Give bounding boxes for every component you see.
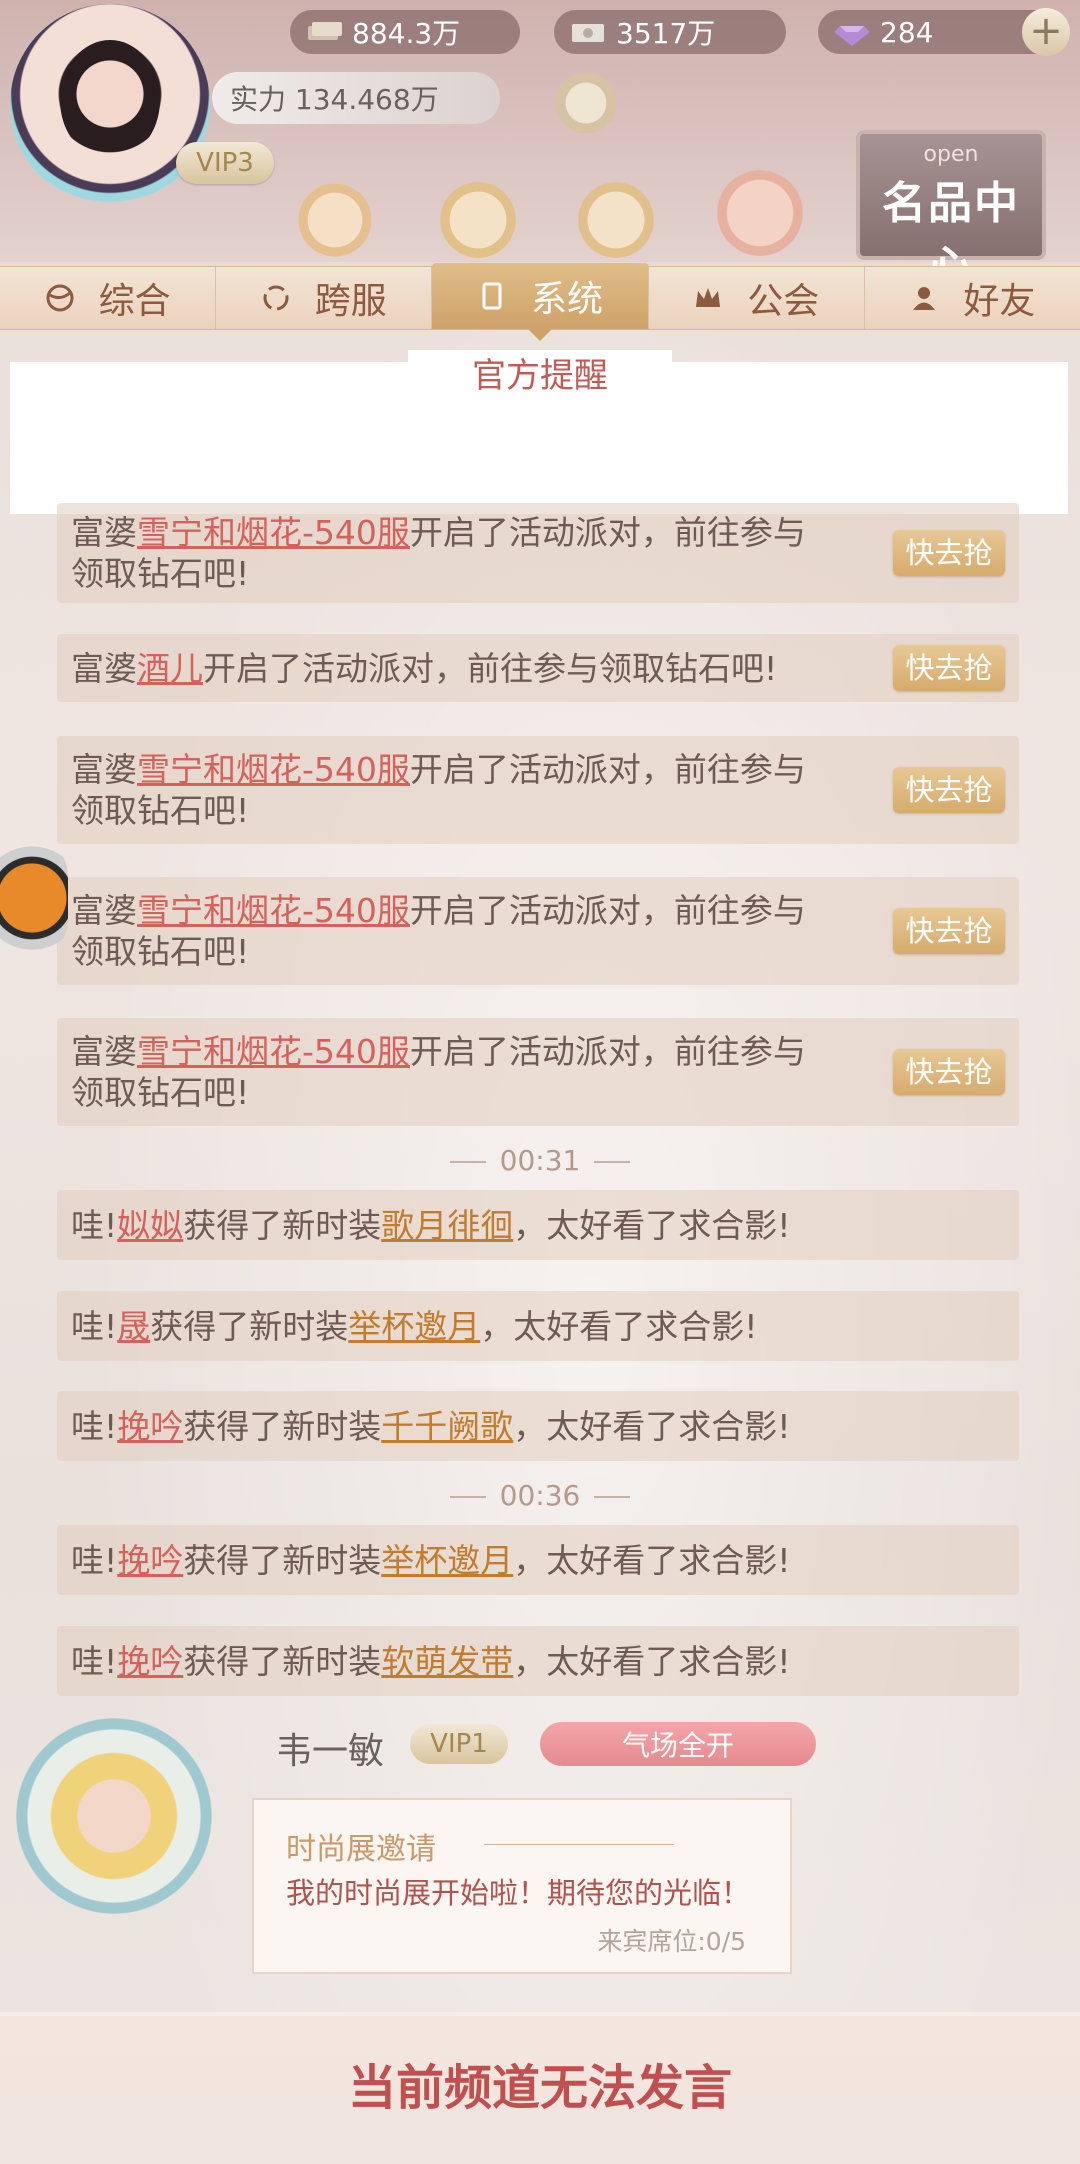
message-text: 富婆雪宁和烟花-540服开启了活动派对，前往参与 领取钻石吧! <box>71 891 806 971</box>
tab-system[interactable]: 系统 <box>432 263 649 341</box>
gold-value: 884.3万 <box>352 17 461 50</box>
fashion-message: 哇!挽吟获得了新时装千千阙歌，太好看了求合影! <box>57 1391 1019 1461</box>
outfit-link[interactable]: 软萌发带 <box>381 1642 513 1681</box>
sender-vip-badge: VIP1 <box>410 1724 508 1764</box>
tab-label: 公会 <box>747 281 820 322</box>
power-display: 实力 134.468万 <box>212 72 500 124</box>
player-name-link[interactable]: 晟 <box>117 1307 150 1346</box>
fashion-show-invite-card[interactable]: 时尚展邀请 我的时尚展开始啦！期待您的光临！ 来宾席位:0/5 <box>252 1798 792 1974</box>
timestamp: 00:36 <box>0 1479 1080 1512</box>
gift-icon[interactable] <box>704 166 816 260</box>
star-badge-icon[interactable] <box>430 180 526 260</box>
grab-button[interactable]: 快去抢 <box>893 908 1005 954</box>
tab-label: 系统 <box>531 279 604 320</box>
grab-button[interactable]: 快去抢 <box>893 645 1005 691</box>
sender-title-tag: 气场全开 <box>540 1722 816 1766</box>
player-name-link[interactable]: 雪宁和烟花-540服 <box>137 513 410 552</box>
diamond-value: 284 <box>880 15 934 49</box>
outfit-link[interactable]: 举杯邀月 <box>381 1541 513 1580</box>
party-message: 富婆雪宁和烟花-540服开启了活动派对，前往参与 领取钻石吧! 快去抢 <box>57 1018 1019 1126</box>
tab-label: 跨服 <box>314 281 387 322</box>
vip-badge[interactable]: VIP3 <box>176 142 274 184</box>
tab-general[interactable]: 综合 <box>0 267 217 329</box>
grab-button[interactable]: 快去抢 <box>893 530 1005 576</box>
timestamp: 00:31 <box>0 1144 1080 1177</box>
open-label: open <box>923 142 979 167</box>
player-name-link[interactable]: 酒儿 <box>137 649 203 688</box>
tab-cross-server[interactable]: 跨服 <box>216 267 433 329</box>
diamond-icon <box>834 26 870 46</box>
player-name-link[interactable]: 雪宁和烟花-540服 <box>137 750 410 789</box>
grab-button[interactable]: 快去抢 <box>893 1049 1005 1095</box>
player-name-link[interactable]: 雪宁和烟花-540服 <box>137 891 410 930</box>
message-text: 富婆雪宁和烟花-540服开启了活动派对，前往参与 领取钻石吧! <box>71 513 806 593</box>
decorative-line <box>484 1844 674 1845</box>
guest-seats: 来宾席位:0/5 <box>597 1927 746 1956</box>
outfit-link[interactable]: 千千阙歌 <box>381 1407 513 1446</box>
cash-icon <box>572 24 604 42</box>
money-stack-icon <box>308 22 342 40</box>
avatar-portrait <box>60 40 160 160</box>
phone-icon <box>482 282 502 310</box>
gold-resource[interactable]: 884.3万 <box>290 10 520 54</box>
invite-card-body: 我的时尚展开始啦！期待您的光临！ <box>286 1876 751 1910</box>
message-text: 富婆雪宁和烟花-540服开启了活动派对，前往参与 领取钻石吧! <box>71 750 806 830</box>
tab-guild[interactable]: 公会 <box>649 267 865 329</box>
party-message: 富婆酒儿开启了活动派对，前往参与领取钻石吧! 快去抢 <box>57 634 1019 702</box>
globe-icon <box>46 284 74 312</box>
tab-label: 好友 <box>963 281 1036 322</box>
player-name-link[interactable]: 挽吟 <box>117 1642 183 1681</box>
outfit-link[interactable]: 举杯邀月 <box>348 1307 480 1346</box>
outfit-link[interactable]: 歌月徘徊 <box>381 1206 513 1245</box>
tab-friends[interactable]: 好友 <box>865 267 1080 329</box>
player-name-link[interactable]: 挽吟 <box>117 1407 183 1446</box>
party-message: 富婆雪宁和烟花-540服开启了活动派对，前往参与 领取钻石吧! 快去抢 <box>57 503 1019 603</box>
brand-center-sign[interactable]: open 名品中心 <box>856 130 1046 293</box>
fashion-message: 哇!挽吟获得了新时装软萌发带，太好看了求合影! <box>57 1626 1019 1696</box>
party-message: 富婆雪宁和烟花-540服开启了活动派对，前往参与 领取钻石吧! 快去抢 <box>57 877 1019 985</box>
add-diamond-button[interactable]: + <box>1022 8 1070 56</box>
divider <box>594 1161 631 1163</box>
grab-button[interactable]: 快去抢 <box>893 767 1005 813</box>
message-text: 富婆酒儿开启了活动派对，前往参与领取钻石吧! <box>71 648 778 688</box>
message-text: 哇!挽吟获得了新时装软萌发带，太好看了求合影! <box>71 1641 791 1681</box>
divider <box>449 1496 486 1498</box>
divider <box>594 1496 631 1498</box>
invite-card-title: 时尚展邀请 <box>286 1832 436 1867</box>
divider <box>449 1161 486 1163</box>
player-name-link[interactable]: 挽吟 <box>117 1541 183 1580</box>
message-text: 哇!晟获得了新时装举杯邀月，太好看了求合影! <box>71 1306 758 1346</box>
person-icon <box>913 287 936 310</box>
folder-crown-icon[interactable] <box>568 180 664 260</box>
message-text: 哇!姒姒获得了新时装歌月徘徊，太好看了求合影! <box>71 1205 791 1245</box>
floating-pet-button[interactable] <box>0 832 68 964</box>
message-text: 哇!挽吟获得了新时装千千阙歌，太好看了求合影! <box>71 1406 791 1446</box>
fashion-message: 哇!挽吟获得了新时装举杯邀月，太好看了求合影! <box>57 1525 1019 1595</box>
message-text: 富婆雪宁和烟花-540服开启了活动派对，前往参与 领取钻石吧! <box>71 1032 806 1112</box>
message-text: 哇!挽吟获得了新时装举杯邀月，太好看了求合影! <box>71 1540 791 1580</box>
tab-label: 综合 <box>98 281 171 322</box>
player-name-link[interactable]: 雪宁和烟花-540服 <box>137 1032 410 1071</box>
cash-resource[interactable]: 3517万 <box>554 10 786 54</box>
channel-muted-notice: 当前频道无法发言 <box>347 2060 732 2116</box>
calendar-icon[interactable] <box>290 180 380 260</box>
channel-tabs: 综合 跨服 系统 公会 好友 <box>0 263 1080 341</box>
player-name-link[interactable]: 姒姒 <box>117 1206 183 1245</box>
sender-name[interactable]: 韦一敏 <box>276 1722 384 1774</box>
fashion-message: 哇!姒姒获得了新时装歌月徘徊，太好看了求合影! <box>57 1190 1019 1260</box>
fashion-message: 哇!晟获得了新时装举杯邀月，太好看了求合影! <box>57 1291 1019 1361</box>
sender-avatar[interactable] <box>16 1718 212 1914</box>
party-message: 富婆雪宁和烟花-540服开启了活动派对，前往参与 领取钻石吧! 快去抢 <box>57 736 1019 844</box>
search-icon[interactable] <box>548 70 624 136</box>
swirl-icon <box>263 285 289 311</box>
official-notice-title: 官方提醒 <box>408 350 672 402</box>
cash-value: 3517万 <box>616 17 716 50</box>
crown-icon <box>696 288 721 307</box>
